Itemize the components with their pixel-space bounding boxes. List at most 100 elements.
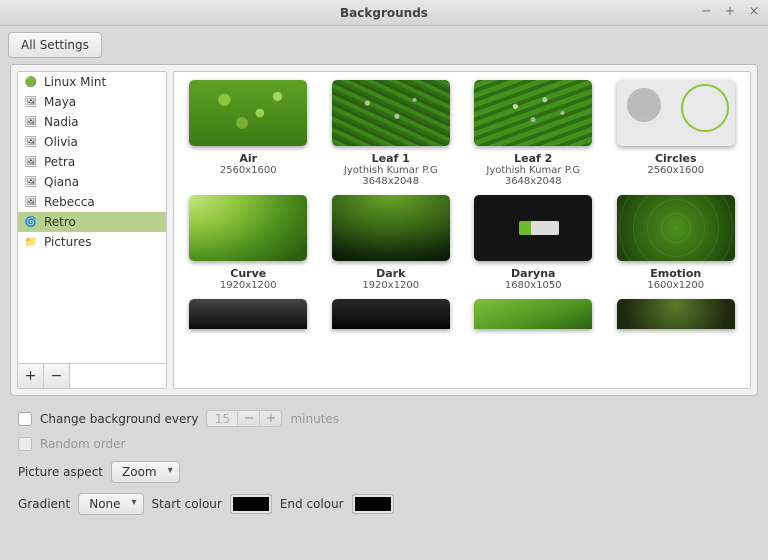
wallpaper-thumbnail [332,80,450,146]
wallpaper-thumbnail [617,195,735,261]
gradient-label: Gradient [18,497,70,511]
settings-panel: Change background every − + minutes Rand… [0,404,768,525]
random-order-label: Random order [40,437,126,451]
all-settings-button[interactable]: All Settings [8,32,102,58]
change-every-unit: minutes [290,412,339,426]
folder-icon: 🖼 [24,95,38,109]
sidebar-item-label: Linux Mint [44,75,106,89]
close-icon[interactable]: × [746,4,762,20]
sidebar-item-rebecca[interactable]: 🖼 Rebecca [18,192,166,212]
folder-icon: 🖼 [24,115,38,129]
window: Backgrounds − + × All Settings 🟢 Linux Mi… [0,0,768,560]
gradient-row: Gradient None Start colour End colour [18,493,750,515]
start-colour-label: Start colour [152,497,222,511]
wallpaper-name: Circles [655,152,697,165]
wallpaper-item[interactable]: Circles 2560x1600 [610,80,743,187]
change-every-input[interactable] [207,411,237,426]
sidebar-item-linux-mint[interactable]: 🟢 Linux Mint [18,72,166,92]
wallpaper-item[interactable] [182,299,315,329]
remove-source-button[interactable]: − [44,364,70,388]
wallpaper-author: Jyothish Kumar P.G [486,165,580,176]
mint-icon: 🟢 [24,75,38,89]
wallpaper-item[interactable] [610,299,743,329]
sidebar-item-retro[interactable]: 🌀 Retro [18,212,166,232]
spinner-minus-button[interactable]: − [237,411,259,426]
sidebar-item-label: Nadia [44,115,79,129]
maximize-icon[interactable]: + [722,4,738,20]
wallpaper-thumbnail [189,80,307,146]
wallpaper-item[interactable] [467,299,600,329]
change-every-checkbox[interactable] [18,412,32,426]
wallpaper-thumbnail [474,299,592,329]
wallpaper-resolution: 1920x1200 [362,280,419,291]
wallpaper-name: Curve [230,267,266,280]
wallpaper-item[interactable]: Leaf 2 Jyothish Kumar P.G 3648x2048 [467,80,600,187]
sidebar-item-label: Retro [44,215,76,229]
change-every-label: Change background every [40,412,198,426]
source-sidebar: 🟢Linux Mint 🖼Maya 🖼Nadia 🖼Olivia 🖼Petra … [17,71,167,389]
picture-aspect-value: Zoom [122,465,157,479]
wallpaper-item[interactable]: Daryna 1680x1050 [467,195,600,291]
wallpaper-item[interactable] [325,299,458,329]
wallpaper-name: Daryna [511,267,555,280]
sidebar-item-label: Petra [44,155,75,169]
minimize-icon[interactable]: − [698,4,714,20]
pictures-folder-icon: 📁 [24,235,38,249]
toolbar: All Settings [0,26,768,64]
wallpaper-panel: Air 2560x1600 Leaf 1 Jyothish Kumar P.G … [173,71,751,389]
wallpaper-thumbnail [189,299,307,329]
start-colour-button[interactable] [230,494,272,514]
wallpaper-resolution: 3648x2048 [505,176,562,187]
source-list: 🟢Linux Mint 🖼Maya 🖼Nadia 🖼Olivia 🖼Petra … [18,72,166,363]
window-controls: − + × [698,4,762,20]
wallpaper-resolution: 2560x1600 [220,165,277,176]
wallpaper-thumbnail [332,299,450,329]
wallpaper-thumbnail [332,195,450,261]
wallpaper-item[interactable]: Dark 1920x1200 [325,195,458,291]
wallpaper-name: Leaf 2 [514,152,552,165]
folder-icon: 🖼 [24,135,38,149]
add-source-button[interactable]: + [18,364,44,388]
wallpaper-thumbnail [617,80,735,146]
change-every-spinner: − + [206,410,282,427]
sidebar-item-petra[interactable]: 🖼Petra [18,152,166,172]
picture-aspect-select[interactable]: Zoom [111,461,180,483]
end-colour-button[interactable] [352,494,394,514]
wallpaper-resolution: 2560x1600 [647,165,704,176]
wallpaper-item[interactable]: Leaf 1 Jyothish Kumar P.G 3648x2048 [325,80,458,187]
picture-aspect-row: Picture aspect Zoom [18,461,750,483]
wallpaper-scroll[interactable]: Air 2560x1600 Leaf 1 Jyothish Kumar P.G … [173,71,751,389]
sidebar-item-label: Rebecca [44,195,95,209]
random-order-row: Random order [18,437,750,451]
sidebar-item-pictures[interactable]: 📁Pictures [18,232,166,252]
folder-icon: 🖼 [24,175,38,189]
wallpaper-thumbnail [189,195,307,261]
wallpaper-thumbnail [617,299,735,329]
spinner-plus-button[interactable]: + [259,411,281,426]
sidebar-item-maya[interactable]: 🖼 Maya [18,92,166,112]
wallpaper-grid: Air 2560x1600 Leaf 1 Jyothish Kumar P.G … [182,80,742,329]
main-frame: 🟢Linux Mint 🖼Maya 🖼Nadia 🖼Olivia 🖼Petra … [10,64,758,396]
window-title: Backgrounds [340,6,428,20]
sidebar-buttons: + − [18,363,166,388]
wallpaper-item[interactable]: Emotion 1600x1200 [610,195,743,291]
wallpaper-item[interactable]: Curve 1920x1200 [182,195,315,291]
wallpaper-name: Air [239,152,257,165]
folder-icon: 🖼 [24,195,38,209]
sidebar-item-olivia[interactable]: 🖼Olivia [18,132,166,152]
random-order-checkbox [18,437,32,451]
wallpaper-item[interactable]: Air 2560x1600 [182,80,315,187]
wallpaper-name: Leaf 1 [372,152,410,165]
sidebar-item-qiana[interactable]: 🖼Qiana [18,172,166,192]
wallpaper-resolution: 1680x1050 [505,280,562,291]
wallpaper-name: Emotion [650,267,701,280]
wallpaper-resolution: 1920x1200 [220,280,277,291]
gradient-select[interactable]: None [78,493,143,515]
wallpaper-thumbnail [474,80,592,146]
change-every-row: Change background every − + minutes [18,410,750,427]
retro-icon: 🌀 [24,215,38,229]
wallpaper-resolution: 3648x2048 [362,176,419,187]
sidebar-item-label: Maya [44,95,76,109]
wallpaper-resolution: 1600x1200 [647,280,704,291]
sidebar-item-nadia[interactable]: 🖼 Nadia [18,112,166,132]
